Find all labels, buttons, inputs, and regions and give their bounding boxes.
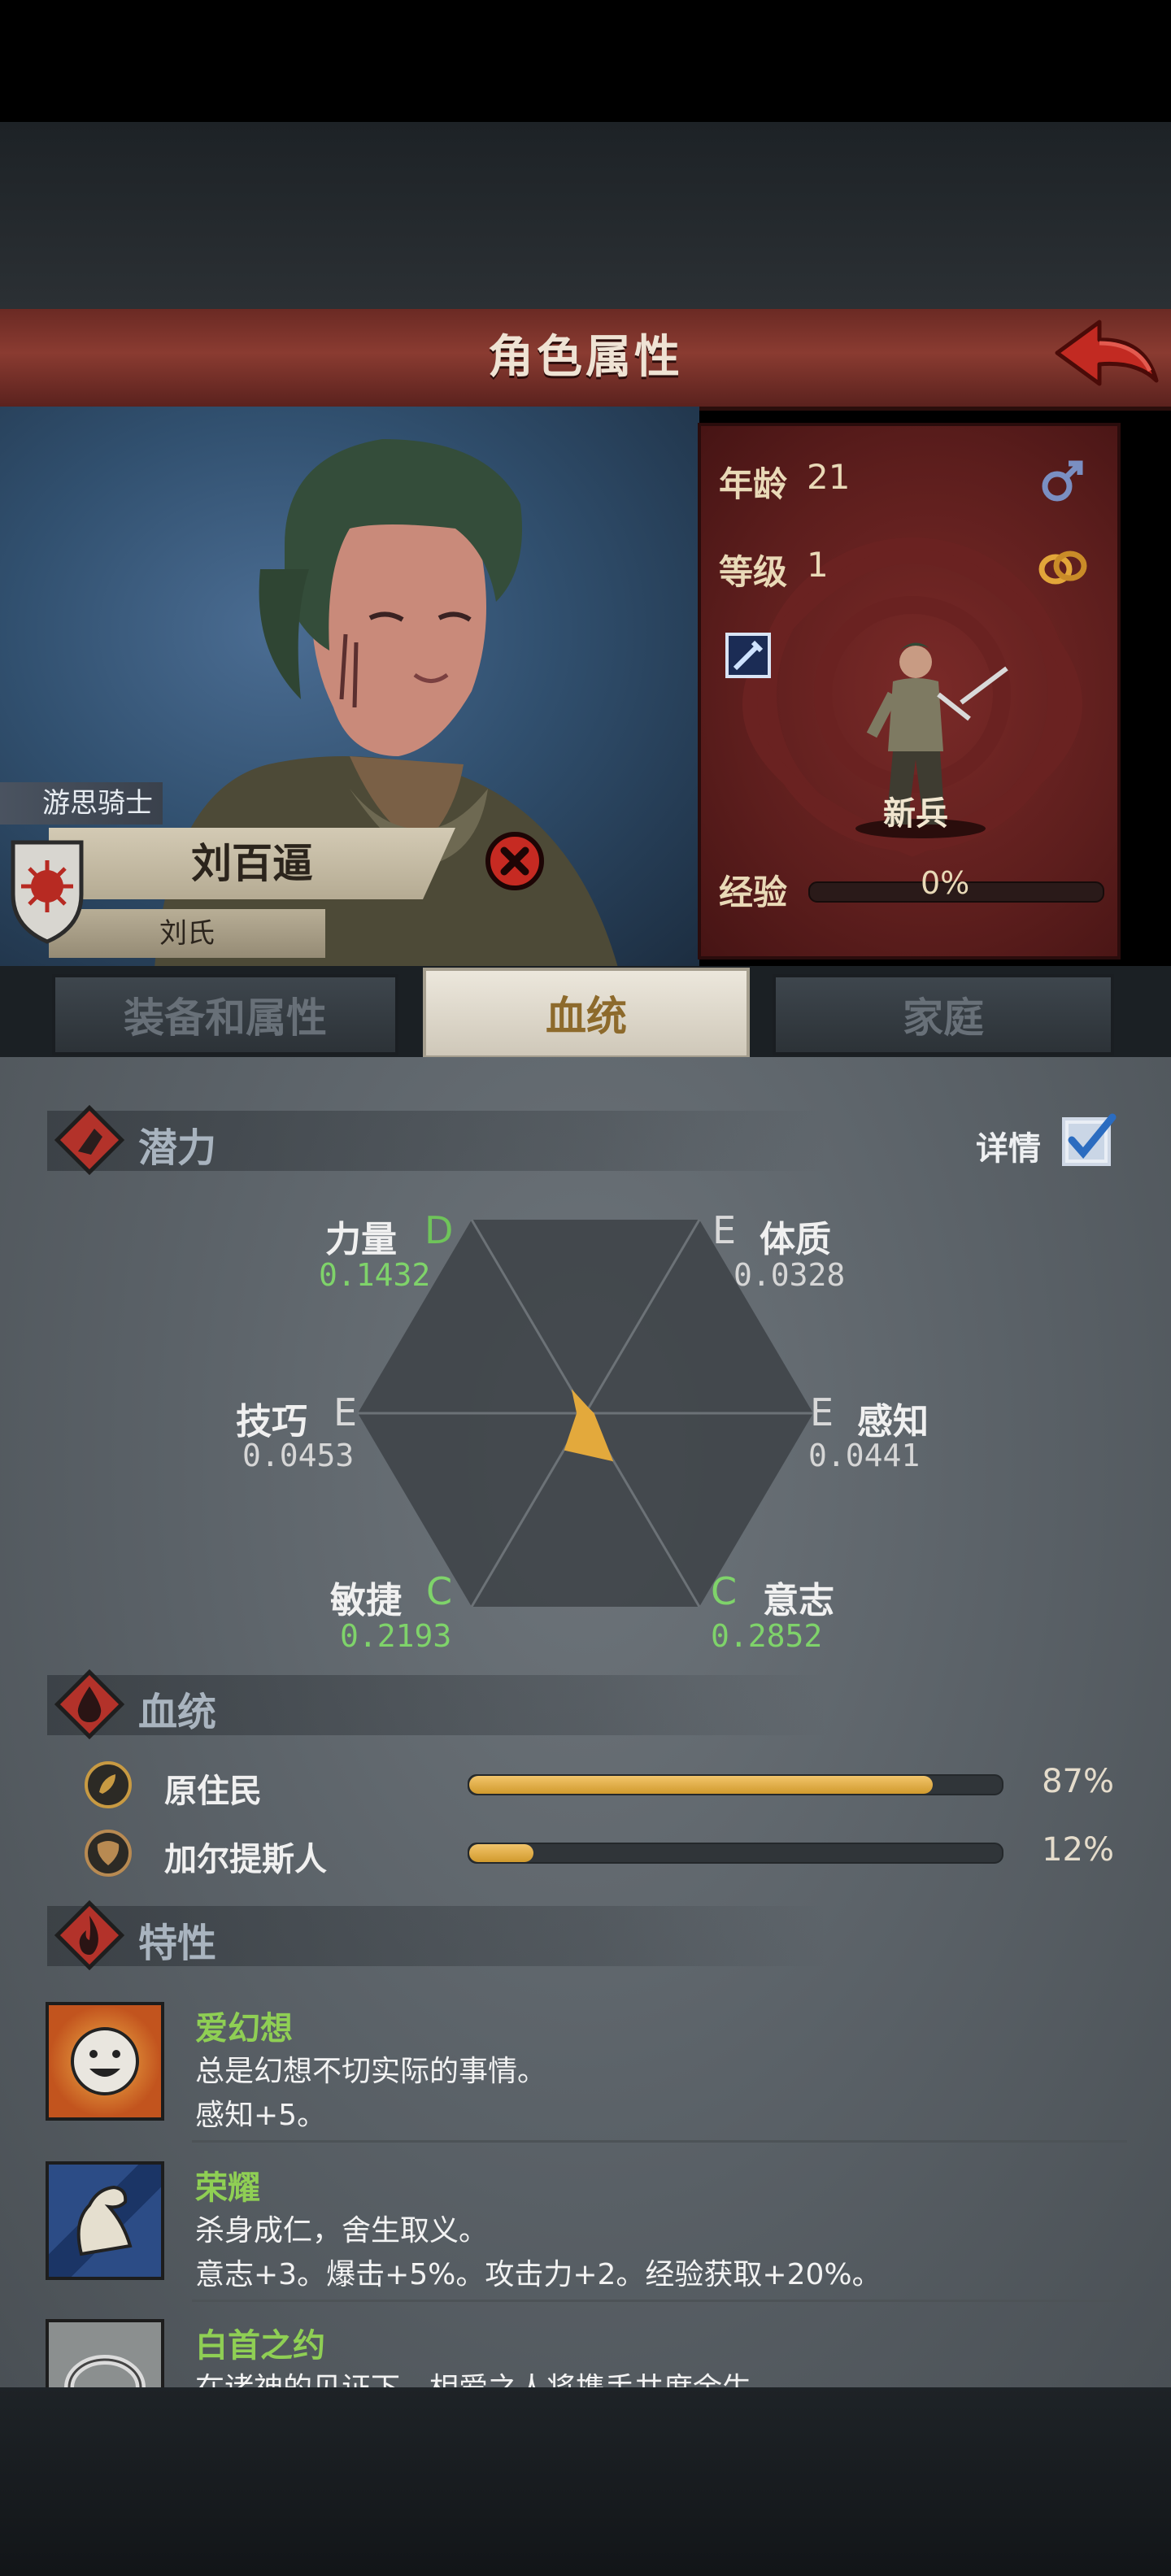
- back-arrow-icon: [1055, 320, 1159, 386]
- bloodline-bar: [468, 1843, 1003, 1864]
- stat-skill-value: 0.0453: [242, 1438, 355, 1473]
- bloodline-name: 原住民: [164, 1773, 262, 1810]
- exp-value: 0%: [921, 865, 970, 901]
- stat-constitution-value: 0.0328: [734, 1257, 846, 1293]
- character-name[interactable]: 刘百逼: [49, 828, 455, 899]
- back-button[interactable]: [1049, 311, 1163, 400]
- trait-effect: 感知+5。: [195, 2099, 327, 2132]
- traits-title: 特性: [138, 1921, 217, 1966]
- clan-shield-icon: [10, 838, 85, 945]
- bloodline-name: 加尔提斯人: [164, 1841, 327, 1878]
- upper-background: [0, 122, 1171, 309]
- character-title-tag: 游思骑士: [0, 782, 163, 825]
- stat-constitution-grade: E: [712, 1208, 737, 1252]
- trait-item[interactable]: 荣耀 杀身成仁，舍生取义。 意志+3。爆击+5%。攻击力+2。经验获取+20%。: [46, 2161, 1127, 2316]
- tab-family[interactable]: 家庭: [773, 974, 1114, 1055]
- level-label: 等级: [719, 552, 788, 592]
- stat-constitution-name: 体质: [760, 1219, 831, 1260]
- stat-perception-value: 0.0441: [808, 1438, 921, 1473]
- trait-item[interactable]: 爱幻想 总是幻想不切实际的事情。 感知+5。: [46, 2002, 1127, 2156]
- trait-name: 白首之约: [195, 2327, 325, 2365]
- character-info-panel: 年龄 21 等级 1 新兵 经验 0%: [698, 423, 1121, 959]
- age-value: 21: [807, 457, 851, 497]
- stat-skill-name: 技巧: [236, 1401, 307, 1442]
- stat-agility-value: 0.2193: [340, 1618, 452, 1654]
- unit-rank-label: 新兵: [883, 795, 948, 833]
- title-bar: 角色属性: [0, 309, 1171, 411]
- potential-title: 潜力: [138, 1125, 217, 1171]
- tab-equipment[interactable]: 装备和属性: [52, 974, 398, 1055]
- close-icon: [485, 832, 544, 890]
- stat-will-grade: C: [711, 1569, 738, 1613]
- weapon-class-icon[interactable]: [725, 633, 771, 678]
- page-title: 角色属性: [488, 331, 683, 384]
- bloodline-bar-fill: [469, 1776, 933, 1794]
- stat-strength-value: 0.1432: [319, 1257, 431, 1293]
- bloodline-title: 血统: [138, 1690, 217, 1735]
- trait-effect: 意志+3。爆击+5%。攻击力+2。经验获取+20%。: [195, 2258, 882, 2291]
- honor-trait-icon: [46, 2161, 164, 2280]
- tab-bloodline[interactable]: 血统: [423, 968, 750, 1059]
- stat-strength-grade: D: [424, 1208, 454, 1252]
- stat-perception-name: 感知: [857, 1401, 929, 1442]
- bloodline-percent: 12%: [1042, 1831, 1114, 1869]
- character-clan: 刘氏: [49, 909, 325, 958]
- trait-description: 总是幻想不切实际的事情。: [195, 2055, 547, 2088]
- native-bloodline-icon: [85, 1761, 132, 1808]
- age-label: 年龄: [719, 464, 788, 504]
- flame-icon: [54, 1899, 125, 1971]
- top-black-bar: [0, 0, 1171, 122]
- dismiss-button[interactable]: [485, 831, 545, 891]
- checkbox-checked-icon: [1062, 1113, 1117, 1166]
- stat-will-name: 意志: [763, 1580, 834, 1621]
- potential-icon: [54, 1104, 125, 1176]
- trait-name: 爱幻想: [195, 2010, 293, 2047]
- bottom-bar: [0, 2387, 1171, 2576]
- bloodline-row: 加尔提斯人 12%: [73, 1825, 1114, 1882]
- trait-description: 杀身成仁，舍生取义。: [195, 2214, 489, 2247]
- wedding-rings-icon: [1038, 550, 1087, 585]
- bloodline-bar: [468, 1774, 1003, 1795]
- bloodline-bar-fill: [469, 1844, 533, 1862]
- detail-label: 详情: [976, 1130, 1041, 1168]
- galtis-bloodline-icon: [85, 1830, 132, 1877]
- trait-name: 荣耀: [195, 2169, 260, 2207]
- stat-skill-grade: E: [333, 1390, 358, 1434]
- detail-checkbox[interactable]: [1060, 1112, 1117, 1169]
- trait-divider: [192, 2140, 1127, 2143]
- dreamer-trait-icon: [46, 2002, 164, 2121]
- stat-strength-name: 力量: [325, 1219, 397, 1260]
- stat-will-value: 0.2852: [711, 1618, 823, 1654]
- stat-agility-grade: C: [426, 1569, 453, 1613]
- trait-divider: [192, 2300, 1127, 2302]
- stat-agility-name: 敏捷: [330, 1580, 402, 1621]
- bloodline-percent: 87%: [1042, 1763, 1114, 1800]
- blood-drop-icon: [54, 1669, 125, 1740]
- level-value: 1: [807, 545, 829, 585]
- male-icon: [1042, 460, 1083, 502]
- bloodline-row: 原住民 87%: [73, 1756, 1114, 1813]
- exp-label: 经验: [719, 872, 788, 912]
- stat-perception-grade: E: [810, 1390, 834, 1434]
